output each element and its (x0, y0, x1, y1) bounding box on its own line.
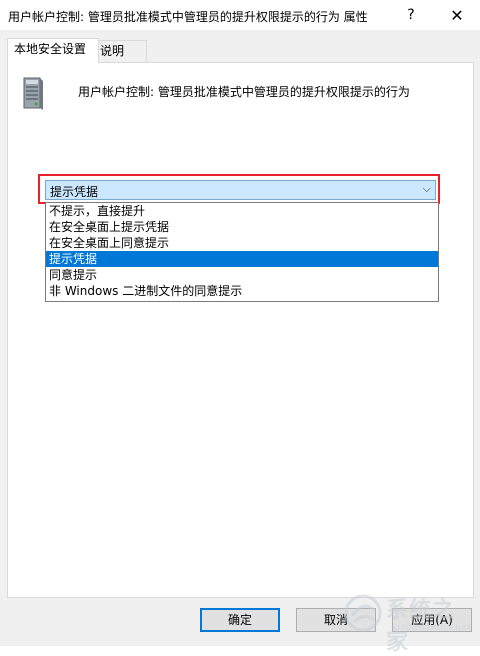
server-icon (23, 77, 43, 110)
dropdown-selected-value: 提示凭据 (50, 185, 99, 199)
tab-explain[interactable]: 说明 (93, 40, 147, 62)
close-button[interactable]: ✕ (434, 0, 480, 30)
dropdown-list: 不提示，直接提升 在安全桌面上提示凭据 在安全桌面上同意提示 提示凭据 同意提示… (45, 202, 439, 302)
dropdown-option[interactable]: 不提示，直接提升 (46, 203, 438, 219)
tab-panel: 用户帐户控制: 管理员批准模式中管理员的提升权限提示的行为 提示凭据 ⌵ 不提示… (7, 62, 474, 598)
ok-button[interactable]: 确定 (200, 608, 280, 632)
watermark-logo-icon (344, 594, 382, 632)
policy-name: 用户帐户控制: 管理员批准模式中管理员的提升权限提示的行为 (78, 85, 410, 99)
chevron-down-icon[interactable]: ⌵ (423, 182, 431, 196)
window-title: 用户帐户控制: 管理员批准模式中管理员的提升权限提示的行为 属性 (8, 10, 368, 24)
dropdown-option[interactable]: 在安全桌面上同意提示 (46, 235, 438, 251)
dropdown-option[interactable]: 在安全桌面上提示凭据 (46, 219, 438, 235)
dialog-body: 本地安全设置 说明 用户帐户控制: 管理员批准模式中管理员的提升权限提示的行为 … (0, 30, 480, 646)
help-button[interactable]: ? (388, 0, 434, 30)
dropdown-option[interactable]: 非 Windows 二进制文件的同意提示 (46, 283, 438, 299)
site-watermark: 系统之家 XITONGZHIJIA.NET (344, 590, 476, 655)
dropdown-option-selected[interactable]: 提示凭据 (46, 251, 438, 267)
dropdown-option[interactable]: 同意提示 (46, 267, 438, 283)
policy-dropdown[interactable]: 提示凭据 ⌵ (45, 180, 436, 200)
tab-local-security-setting[interactable]: 本地安全设置 (7, 38, 99, 63)
title-bar[interactable]: 用户帐户控制: 管理员批准模式中管理员的提升权限提示的行为 属性 ? ✕ (0, 0, 480, 30)
watermark-subtext: XITONGZHIJIA.NET (392, 624, 473, 632)
